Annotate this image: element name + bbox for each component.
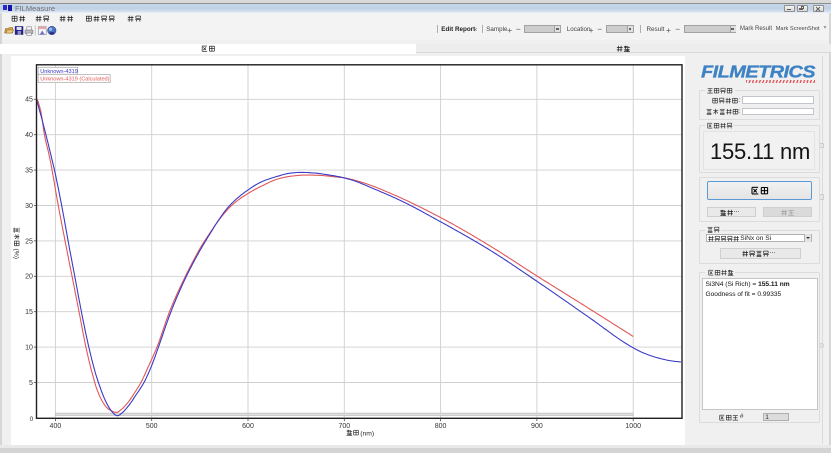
svg-text:600: 600	[242, 423, 254, 430]
svg-text:10: 10	[25, 345, 33, 352]
svg-text:35: 35	[25, 168, 33, 175]
svg-text:45: 45	[25, 97, 33, 104]
svg-text:15: 15	[25, 309, 33, 316]
svg-text:0: 0	[30, 416, 34, 423]
svg-text:1000: 1000	[625, 423, 641, 430]
svg-text:30: 30	[25, 203, 33, 210]
svg-text:400: 400	[50, 423, 62, 430]
svg-text:500: 500	[146, 423, 158, 430]
svg-text:(nm): (nm)	[360, 430, 374, 437]
svg-text:900: 900	[531, 423, 543, 430]
svg-text:700: 700	[338, 423, 350, 430]
svg-text:Unknown-4319 (Calculated): Unknown-4319 (Calculated)	[40, 77, 109, 83]
svg-text:800: 800	[435, 423, 447, 430]
svg-text:25: 25	[25, 238, 33, 245]
svg-text:20: 20	[25, 274, 33, 281]
svg-text:Unknown-4319: Unknown-4319	[40, 69, 78, 75]
svg-text:5: 5	[29, 380, 33, 387]
svg-text:(%): (%)	[12, 249, 19, 260]
svg-text:40: 40	[25, 132, 33, 139]
